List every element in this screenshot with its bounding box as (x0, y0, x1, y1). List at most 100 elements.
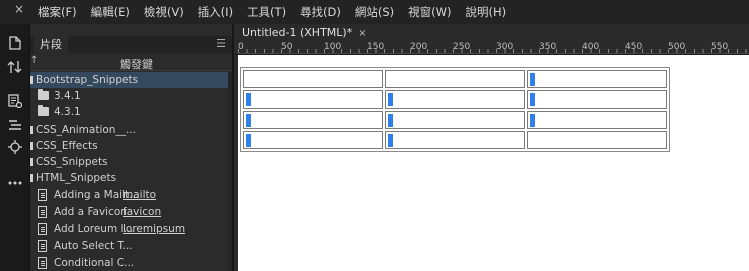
vertical-ruler (234, 55, 238, 271)
close-tab-icon[interactable]: × (358, 28, 366, 39)
cell-cursor-marker (388, 93, 393, 107)
table-cell[interactable] (527, 130, 667, 149)
file-transfer-icon[interactable] (0, 56, 30, 78)
ruler-label: 0 (238, 42, 244, 52)
snippet-item[interactable]: Add Loreum I... loremipsum (30, 221, 232, 237)
folder-icon (38, 89, 49, 100)
trigger-key: mailto (123, 189, 157, 201)
html-table[interactable] (240, 67, 670, 152)
folder-item[interactable]: CSS_Snippets (30, 154, 232, 170)
ruler-label: 500 (668, 42, 686, 52)
column-header[interactable]: ↑ 觸發鍵 (30, 54, 232, 71)
document-tab-title: Untitled-1 (XHTML)* (242, 26, 353, 39)
ruler-label: 350 (539, 42, 557, 52)
trigger-key: loremipsum (123, 223, 186, 235)
folder-marker-icon (30, 76, 33, 84)
table-cell[interactable] (385, 70, 525, 89)
menu-item[interactable]: 視窗(W) (408, 4, 451, 20)
folder-marker-icon (30, 158, 33, 166)
tree-item-label: 3.4.1 (54, 90, 81, 102)
menu-item[interactable]: 說明(H) (466, 4, 507, 20)
insert-panel-icon[interactable] (0, 90, 30, 112)
tree-item-label: Add a Favicon (54, 206, 127, 218)
folder-marker-icon (30, 142, 33, 150)
table-row (243, 130, 667, 149)
menu-item[interactable]: 編輯(E) (91, 4, 130, 20)
table-cell[interactable] (385, 130, 525, 149)
table-cell[interactable] (243, 70, 383, 89)
target-icon[interactable] (0, 136, 30, 158)
tab-untitled-1[interactable]: Untitled-1 (XHTML)* × (236, 24, 373, 42)
tree-item-label: Auto Select T... (54, 240, 133, 252)
ruler-label: 250 (453, 42, 471, 52)
folder-marker-icon (30, 126, 33, 134)
folder-item[interactable]: 3.4.1 (30, 88, 232, 104)
folder-item[interactable]: 4.3.1 (30, 104, 232, 120)
tree-item-label: CSS_Snippets (36, 156, 108, 168)
snippet-item[interactable]: Adding a Mailt... mailto (30, 187, 232, 203)
table-row (243, 70, 667, 89)
tree-item-label: Bootstrap_Snippets (36, 74, 139, 86)
menu-item[interactable]: 檢視(V) (144, 4, 184, 20)
snippet-icon (38, 189, 47, 201)
table-cell[interactable] (385, 110, 525, 129)
menu-bar: × 檔案(F) 編輯(E) 檢視(V) 插入(I) 工具(T) 尋找(D) 網站(S) 視窗(… (0, 0, 749, 24)
table-cell[interactable] (527, 90, 667, 109)
snippet-icon (38, 257, 47, 269)
file-icon[interactable] (0, 32, 30, 54)
snippet-item[interactable]: Add a Favicon favicon (30, 204, 232, 220)
table-cell[interactable] (243, 130, 383, 149)
cell-cursor-marker (530, 113, 535, 127)
cell-cursor-marker (246, 93, 251, 107)
tab-snippets[interactable]: 片段 (34, 36, 68, 54)
menu-item[interactable]: 插入(I) (198, 4, 233, 20)
tree-item-label: HTML_Snippets (36, 172, 117, 184)
tree-item-label: CSS_Animation__... (36, 124, 136, 136)
ruler-label: 450 (625, 42, 643, 52)
folder-icon (38, 105, 49, 116)
cell-cursor-marker (530, 73, 535, 86)
menu-item[interactable]: 檔案(F) (38, 4, 77, 20)
snippet-item[interactable]: Conditional C... (30, 255, 232, 271)
table-row (243, 110, 667, 129)
folder-item[interactable]: HTML_Snippets (30, 170, 232, 186)
table-row (243, 90, 667, 109)
table-cell[interactable] (243, 90, 383, 109)
table-cell[interactable] (385, 90, 525, 109)
sort-arrow-icon[interactable]: ↑ (30, 55, 38, 66)
snippet-icon (38, 206, 47, 218)
trigger-key: favicon (123, 206, 162, 218)
menu-item[interactable]: 網站(S) (355, 4, 394, 20)
snippet-icon (38, 240, 47, 252)
snippet-icon (38, 223, 47, 235)
folder-item[interactable]: CSS_Effects (30, 138, 232, 154)
table-cell[interactable] (527, 110, 667, 129)
left-toolbar (0, 24, 30, 271)
folder-item[interactable]: Bootstrap_Snippets (30, 72, 232, 88)
more-icon[interactable] (0, 172, 30, 194)
trigger-column-label: 觸發鍵 (120, 58, 153, 71)
cell-cursor-marker (388, 113, 393, 127)
table-cell[interactable] (243, 110, 383, 129)
snippets-panel: 片段 ☰ ↑ 觸發鍵 Bootstrap_Snippets 3.4.1 4.3.1 C… (30, 24, 232, 271)
menu-items: 檔案(F) 編輯(E) 檢視(V) 插入(I) 工具(T) 尋找(D) 網站(S) 視窗(W)… (38, 0, 520, 24)
panel-tab-bar: 片段 ☰ (30, 36, 232, 54)
ruler-label: 100 (324, 42, 342, 52)
close-icon[interactable]: × (14, 2, 24, 16)
ruler-label: 400 (582, 42, 600, 52)
panel-menu-icon[interactable]: ☰ (216, 37, 226, 50)
cell-cursor-marker (246, 133, 251, 147)
table-cell[interactable] (527, 70, 667, 89)
ruler-label: 300 (496, 42, 514, 52)
tree-item-label: Conditional C... (54, 257, 135, 269)
folder-item[interactable]: CSS_Animation__... (30, 122, 232, 138)
ruler-label: 550 (711, 42, 729, 52)
cell-cursor-marker (388, 133, 393, 147)
ruler-label: 200 (410, 42, 428, 52)
dom-tree-icon[interactable] (0, 114, 30, 136)
folder-marker-icon (30, 174, 33, 182)
menu-item[interactable]: 工具(T) (247, 4, 286, 20)
menu-item[interactable]: 尋找(D) (300, 4, 341, 20)
snippet-item[interactable]: Auto Select T... (30, 238, 232, 254)
ruler-label: 150 (367, 42, 385, 52)
